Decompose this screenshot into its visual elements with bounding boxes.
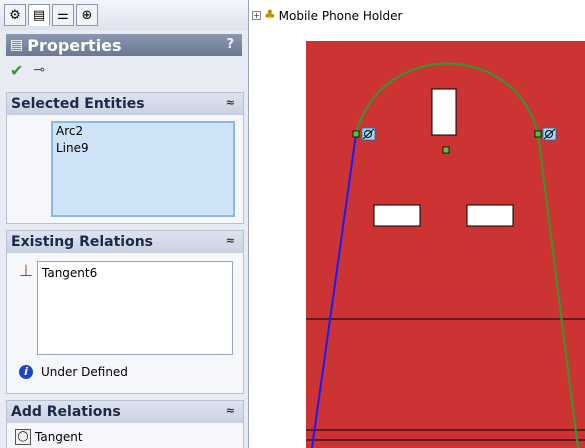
graphics-canvas[interactable] [0,0,585,448]
slot-cutout[interactable] [431,88,457,136]
tangent-relation-icon[interactable] [542,127,557,141]
arc-center-point[interactable] [442,146,450,154]
slot-cutout[interactable] [466,204,514,227]
sketch-point[interactable] [352,130,360,138]
sketch-point[interactable] [534,130,542,138]
slot-cutout[interactable] [373,204,421,227]
tangent-relation-icon[interactable] [361,127,376,141]
